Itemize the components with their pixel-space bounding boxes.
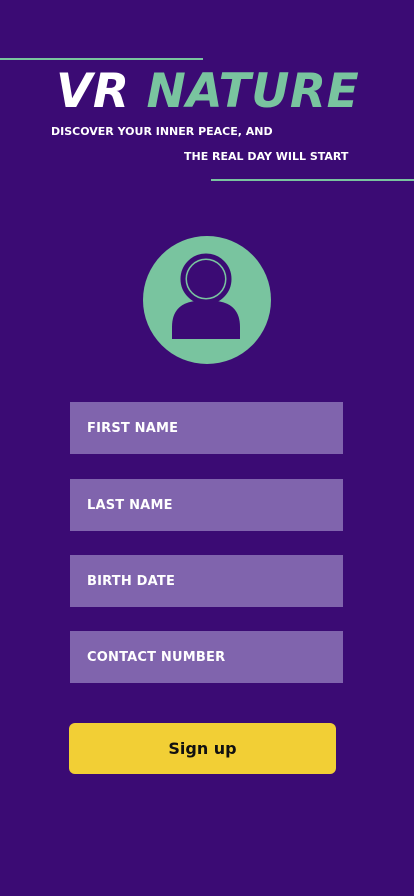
last-name-field[interactable]: LAST NAME (70, 479, 343, 531)
user-icon (172, 253, 240, 339)
contact-number-label: CONTACT NUMBER (87, 649, 226, 665)
tagline-line-1: DISCOVER YOUR INNER PEACE, AND (51, 125, 273, 138)
decorative-line-bottom (211, 179, 414, 181)
birth-date-field[interactable]: BIRTH DATE (70, 555, 343, 607)
tagline-line-2: THE REAL DAY WILL START (184, 150, 349, 163)
first-name-label: FIRST NAME (87, 420, 179, 436)
last-name-label: LAST NAME (87, 497, 173, 513)
avatar (143, 236, 271, 364)
app-title: VR NATURE (56, 60, 359, 124)
app-title-part-2: NATURE (146, 64, 360, 119)
sign-up-button[interactable]: Sign up (69, 723, 336, 774)
birth-date-label: BIRTH DATE (87, 573, 176, 589)
app-title-part-1: VR (56, 64, 130, 119)
contact-number-field[interactable]: CONTACT NUMBER (70, 631, 343, 683)
first-name-field[interactable]: FIRST NAME (70, 402, 343, 454)
